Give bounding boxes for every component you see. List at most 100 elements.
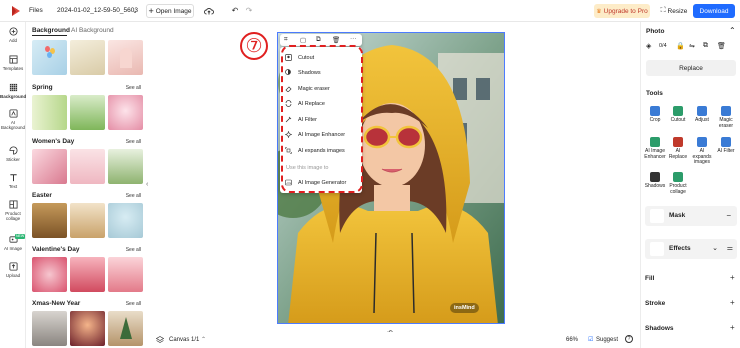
easter-thumb-2[interactable] [70,203,105,238]
spring-thumb-2[interactable] [70,95,105,130]
chevron-down-icon[interactable]: ⌄ [131,6,139,16]
ai-filter-tool-icon [721,137,731,147]
add-shadow-icon[interactable]: + [730,323,735,332]
womens-day-thumb-1[interactable] [32,149,67,184]
bg-thumb-pink-room[interactable] [108,40,143,75]
opacity-icon[interactable]: 0/4 [659,43,667,49]
background-panel: Background AI Background Spring See all … [27,22,147,348]
replace-button[interactable]: Replace [646,60,736,76]
crown-icon: ♛ [596,8,602,15]
add-fill-icon[interactable]: + [730,273,735,282]
nav-sticker[interactable]: Sticker [0,146,26,162]
womens-day-thumb-3[interactable] [108,149,143,184]
menu-item-cutout[interactable]: Cutout [280,51,362,64]
collapse-panel-icon[interactable]: ‹ [146,181,148,188]
cloud-upload-icon[interactable] [204,6,214,16]
flip-icon[interactable]: ⇋ [689,42,695,50]
menu-item-ai-image-generator[interactable]: AI Image Generator [280,176,362,189]
add-stroke-icon[interactable]: + [730,298,735,307]
mask-toggle-icon[interactable]: − [726,211,731,220]
product-collage-tool-icon [673,172,683,182]
effects-expand-icon[interactable]: ⌄ [712,244,718,252]
spring-thumb-1[interactable] [32,95,67,130]
duplicate-icon[interactable]: ⧉ [316,36,321,44]
mask-section[interactable]: Mask − [645,206,737,226]
effects-section[interactable]: Effects ⌄ ⚌ [645,239,737,259]
easter-thumb-1[interactable] [32,203,67,238]
tool-product-collage[interactable]: Product collage [666,172,690,195]
duplicate-layer-icon[interactable]: ⧉ [703,42,708,50]
menu-item-ai-expands-images[interactable]: AI expands images [280,144,362,157]
nav-upload[interactable]: Upload [0,262,26,278]
crop-icon[interactable]: ⌗ [284,36,288,44]
suggest-button[interactable]: Suggest [596,337,618,343]
menu-item-ai-image-enhancer[interactable]: AI Image Enhancer [280,128,362,141]
delete-icon[interactable]: 🗑 [332,36,340,44]
see-all-easter[interactable]: See all [126,193,141,199]
plus-circle-icon [8,27,18,36]
nav-ai-background[interactable]: AI Background [0,109,26,130]
valentines-thumb-1[interactable] [32,257,67,292]
valentines-thumb-2[interactable] [70,257,105,292]
nav-background[interactable]: Background [0,83,26,99]
tool-crop[interactable]: Crop [643,106,667,124]
see-all-womens-day[interactable]: See all [126,139,141,145]
delete-layer-icon[interactable]: 🗑 [717,42,726,50]
xmas-thumb-2[interactable] [70,311,105,346]
active-tab-indicator [32,35,67,36]
ai-background-icon [8,109,18,118]
tool-shadows[interactable]: Shadows [643,172,667,190]
tool-cutout[interactable]: Cutout [666,106,690,124]
nav-text[interactable]: Text [0,173,26,189]
zoom-level[interactable]: 66% [566,337,578,343]
tab-ai-background[interactable]: AI Background [71,27,114,34]
layer-order-icon[interactable]: ◈ [646,42,651,50]
see-all-valentines-day[interactable]: See all [126,247,141,253]
tools-title: Tools [646,90,663,97]
collapse-panel-chevron-icon[interactable]: ⌃ [729,26,736,35]
tab-background[interactable]: Background [32,27,70,34]
menu-item-ai-filter[interactable]: AI Filter [280,113,362,126]
upgrade-button[interactable]: ♛ Upgrade to Pro [594,4,650,18]
open-image-button[interactable]: + Open Image [146,4,194,18]
tool-adjust[interactable]: Adjust [690,106,714,124]
see-all-spring[interactable]: See all [126,85,141,91]
nav-add[interactable]: Add [0,27,26,43]
sticker-icon [8,146,17,155]
see-all-xmas-new-year[interactable]: See all [126,301,141,307]
undo-icon[interactable]: ↶ [230,5,240,16]
more-icon[interactable]: ··· [350,35,357,42]
nav-ai-image[interactable]: NEW AI Image [0,234,26,251]
files-menu[interactable]: Files [29,7,43,14]
bg-thumb-arch[interactable] [70,40,105,75]
download-button[interactable]: Download [693,4,735,18]
copy-icon[interactable]: ▢ [300,36,306,44]
lock-icon[interactable]: 🔒 [676,42,685,50]
menu-item-ai-replace[interactable]: AI Replace [280,97,362,110]
womens-day-thumb-2[interactable] [70,149,105,184]
xmas-thumb-3[interactable] [108,311,143,346]
effects-settings-icon[interactable]: ⚌ [727,244,733,252]
canvas-selector[interactable]: Canvas 1/1 [169,337,199,343]
canvas-expand-icon[interactable]: ⌃ [201,336,206,343]
menu-item-magic-eraser[interactable]: Magic eraser [280,82,362,95]
menu-item-shadows[interactable]: Shadows [280,66,362,79]
tool-ai-image-enhancer[interactable]: AI Image Enhancer [643,137,667,160]
bg-thumb-balloons[interactable] [32,40,67,75]
easter-thumb-3[interactable] [108,203,143,238]
tool-ai-expands-images[interactable]: AI expands images [690,137,714,166]
layers-icon[interactable] [156,336,164,344]
help-button[interactable]: ? [625,335,633,343]
nav-product-collage[interactable]: Product collage [0,200,26,221]
redo-icon[interactable]: ↷ [244,5,254,16]
xmas-thumb-1[interactable] [32,311,67,346]
app-logo-icon[interactable] [9,5,21,17]
valentines-thumb-3[interactable] [108,257,143,292]
spring-thumb-3[interactable] [108,95,143,130]
tool-ai-replace[interactable]: AI Replace [666,137,690,160]
tool-magic-eraser[interactable]: Magic eraser [714,106,738,129]
filename[interactable]: 2024-01-02_12-59-50_5603 [57,7,138,14]
tool-ai-filter[interactable]: AI Filter [714,137,738,155]
resize-button[interactable]: ⛶ Resize [658,4,690,18]
nav-templates[interactable]: Templates [0,55,26,71]
